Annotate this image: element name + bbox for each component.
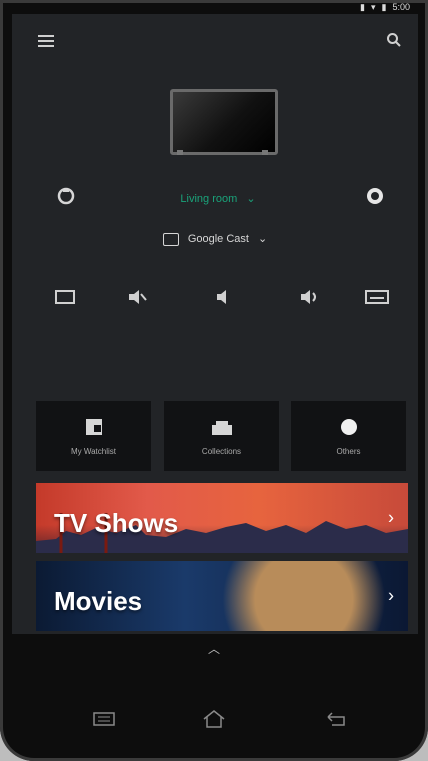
recent-apps-icon[interactable]	[90, 708, 118, 730]
tv-shows-banner[interactable]: TV Shows ›	[36, 483, 408, 553]
tile-collections[interactable]: Collections	[164, 401, 279, 471]
room-label: Living room	[180, 193, 238, 205]
room-selector[interactable]: Living room ⌄	[12, 192, 418, 205]
others-icon	[340, 418, 357, 435]
quick-tiles: My Watchlist Collections Others	[36, 401, 418, 471]
chevron-right-icon: ›	[388, 585, 394, 606]
search-icon[interactable]	[386, 32, 402, 48]
top-bar	[12, 32, 418, 56]
status-time: 5:00	[392, 2, 410, 12]
cast-icon	[162, 232, 179, 246]
volume-down-icon[interactable]	[212, 286, 234, 308]
tile-others[interactable]: Others	[291, 401, 406, 471]
tile-label: Others	[336, 446, 361, 456]
menu-icon[interactable]	[38, 32, 54, 48]
tile-label: My Watchlist	[70, 446, 117, 456]
app-screen: Living room ⌄ Google Cast ⌄ My Watchlist…	[12, 14, 418, 634]
back-icon[interactable]	[322, 708, 350, 730]
banner-title: TV Shows	[54, 508, 179, 538]
cast-label: Google Cast	[187, 233, 249, 245]
tv-stand-left	[177, 150, 183, 155]
status-bar: ▮ ▾ ▮ 5:00	[8, 0, 420, 14]
signal-icon: ▮	[360, 1, 365, 12]
tv-stand-right	[262, 150, 268, 155]
collections-icon	[211, 420, 232, 435]
input-icon[interactable]	[54, 286, 76, 308]
movies-banner[interactable]: Movies ›	[36, 561, 408, 631]
phone-frame: ▮ ▾ ▮ 5:00 Living room ⌄ Google Cast ⌄ M…	[0, 0, 428, 761]
banner-title: Movies	[54, 586, 143, 616]
tile-label: Collections	[201, 446, 242, 456]
battery-icon: ▮	[381, 1, 387, 12]
tile-watchlist[interactable]: My Watchlist	[36, 401, 151, 471]
swipe-up-handle[interactable]: ︿	[0, 640, 428, 657]
watchlist-icon	[85, 418, 102, 435]
wifi-icon: ▾	[370, 1, 376, 12]
mute-icon[interactable]	[126, 286, 148, 308]
power-icon[interactable]	[364, 185, 386, 207]
volume-up-icon[interactable]	[298, 286, 320, 308]
chevron-right-icon: ›	[388, 507, 394, 528]
tv-icon	[170, 89, 278, 155]
remote-button-row	[12, 286, 418, 308]
subtitles-icon[interactable]	[364, 286, 390, 308]
cast-selector[interactable]: Google Cast ⌄	[12, 232, 418, 246]
android-nav-bar	[0, 700, 428, 736]
chevron-down-icon: ⌄	[246, 193, 256, 205]
home-icon[interactable]	[200, 708, 228, 730]
chevron-down-icon: ⌄	[258, 233, 268, 245]
